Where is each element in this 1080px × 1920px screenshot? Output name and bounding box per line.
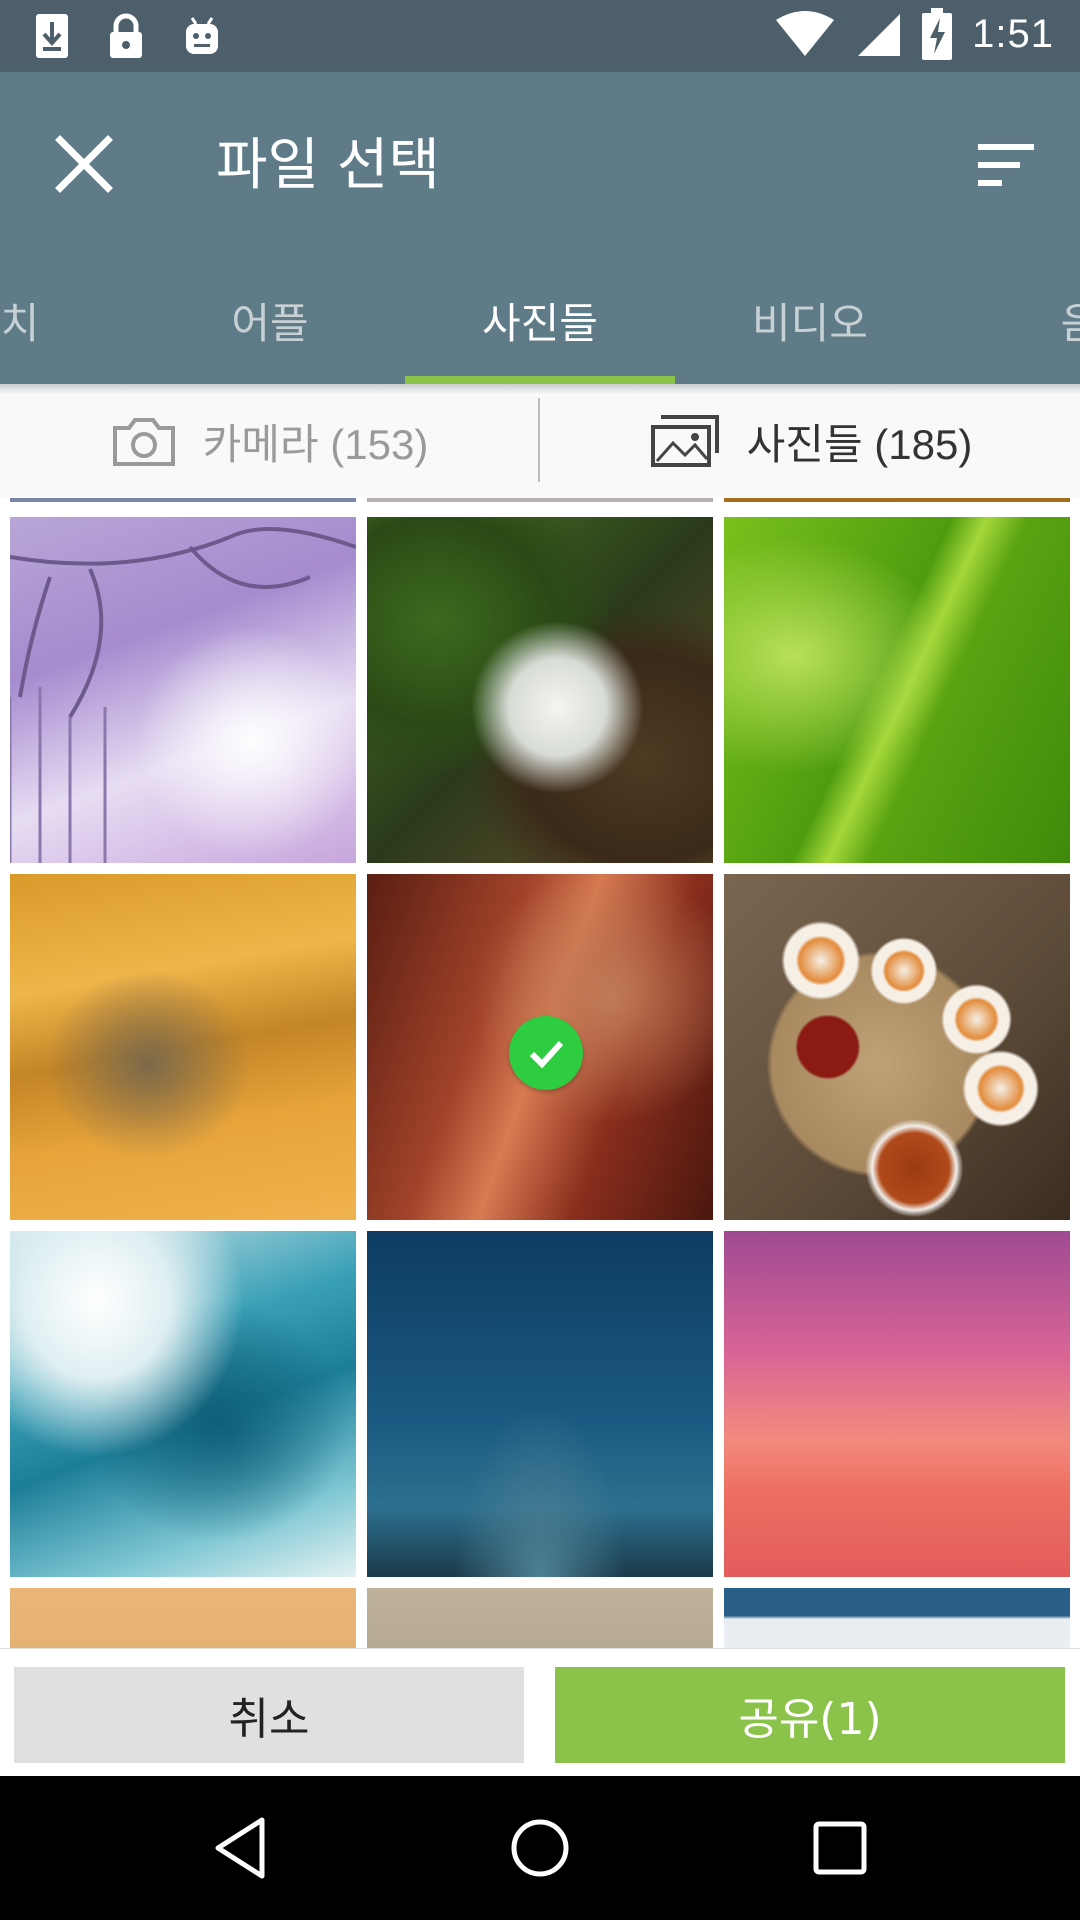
app-bar-shadow: [0, 384, 1080, 394]
album-tab-photos-label: 사진들 (185): [746, 420, 973, 468]
share-button[interactable]: 공유(1): [555, 1667, 1065, 1763]
signal-icon: [858, 14, 901, 56]
navigation-bar: [0, 1776, 1080, 1920]
back-icon: [215, 1817, 265, 1879]
back-button[interactable]: [204, 1812, 276, 1884]
photo-grid[interactable]: [0, 498, 1080, 1648]
photo-thumbnail[interactable]: [724, 498, 1070, 502]
photo-pink-sunset[interactable]: [724, 1231, 1070, 1577]
album-tab-photos[interactable]: 사진들 (185): [541, 384, 1080, 498]
bottom-actions: 취소 공유(1): [0, 1648, 1080, 1777]
recents-button[interactable]: [804, 1812, 876, 1884]
home-button[interactable]: [504, 1812, 576, 1884]
status-bar: 1:51: [0, 0, 1080, 72]
home-icon: [511, 1819, 569, 1877]
tab-videos[interactable]: 비디오: [675, 268, 945, 384]
tab-label: 치: [0, 299, 40, 348]
divider: [538, 398, 540, 482]
tab-apps[interactable]: 어플: [135, 268, 405, 384]
photo-thumbnail[interactable]: [367, 1588, 713, 1648]
app-bar: 파일 선택 치 어플 사진들 비디오 음: [0, 72, 1080, 384]
photo-desert-dunes[interactable]: [10, 874, 356, 1220]
check-icon: [529, 1040, 564, 1069]
close-icon: [55, 135, 113, 193]
category-tabs: 치 어플 사진들 비디오 음: [0, 268, 1080, 384]
download-icon: [36, 14, 68, 58]
selected-check-badge: [509, 1016, 583, 1090]
photo-thumbnail[interactable]: [10, 1588, 356, 1648]
branches-illustration: [10, 527, 356, 863]
album-tab-camera[interactable]: 카메라 (153): [0, 384, 539, 498]
tab-partial-right[interactable]: 음: [945, 268, 1080, 384]
photo-thumbnail[interactable]: [724, 1588, 1070, 1648]
page-title: 파일 선택: [216, 133, 440, 198]
sort-button[interactable]: [972, 130, 1044, 202]
cancel-button[interactable]: 취소: [14, 1667, 524, 1763]
album-tab-camera-label: 카메라 (153): [202, 420, 429, 468]
tab-label: 사진들: [482, 299, 598, 348]
photo-tea-set[interactable]: [724, 874, 1070, 1220]
tab-label: 어플: [231, 299, 309, 348]
wifi-icon: [776, 11, 835, 56]
android-icon: [186, 17, 218, 54]
tab-indicator: [405, 376, 675, 384]
tab-partial-left[interactable]: 치: [0, 268, 155, 384]
battery-charging-icon: [922, 8, 953, 60]
tab-label: 음: [1060, 299, 1080, 348]
photo-thumbnail[interactable]: [10, 498, 356, 502]
photo-snowy-branches[interactable]: [10, 517, 356, 863]
photo-ocean-wave[interactable]: [10, 1231, 356, 1577]
photo-starry-night[interactable]: [367, 1231, 713, 1577]
photo-thumbnail[interactable]: [367, 498, 713, 502]
photo-red-canyon[interactable]: [367, 874, 713, 1220]
album-tabs: 카메라 (153) 사진들 (185): [0, 384, 1080, 498]
tab-photos[interactable]: 사진들: [405, 268, 675, 384]
camera-icon: [112, 418, 175, 466]
photo-mossy-waterfall[interactable]: [367, 517, 713, 863]
recents-icon: [813, 1821, 867, 1875]
tab-label: 비디오: [752, 299, 868, 348]
status-time: 1:51: [972, 11, 1054, 56]
photo-green-leaf-drops[interactable]: [724, 517, 1070, 863]
lock-icon: [110, 13, 142, 58]
close-button[interactable]: [48, 128, 120, 200]
photos-icon: [650, 415, 719, 467]
sort-icon: [978, 144, 1034, 186]
